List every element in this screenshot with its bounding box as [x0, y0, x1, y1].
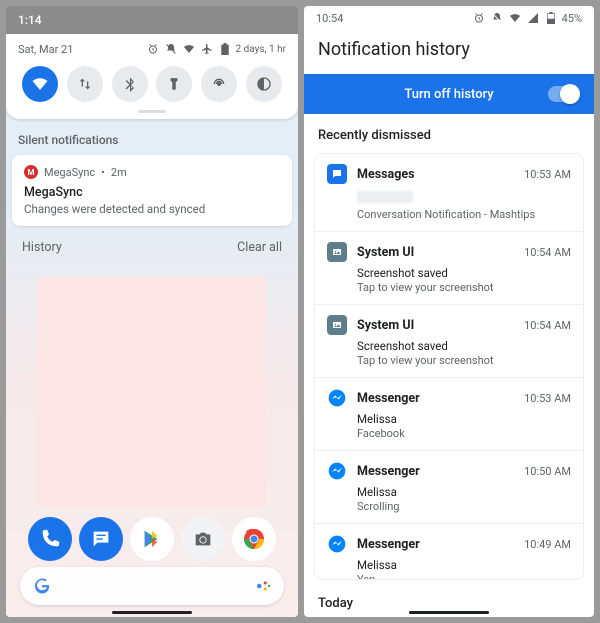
history-item-line1: Melissa — [357, 412, 571, 426]
notification-age: 2m — [111, 166, 127, 179]
qs-status-icons: 2 days, 1 hr — [146, 42, 286, 56]
clear-all-button[interactable]: Clear all — [237, 240, 282, 255]
history-item[interactable]: Messenger 10:49 AM Melissa Yep — [315, 524, 583, 580]
history-item-line1: Screenshot saved — [357, 266, 571, 280]
messages-icon — [327, 164, 347, 184]
history-item[interactable]: System UI 10:54 AM Screenshot saved Tap … — [315, 305, 583, 378]
qs-tile-hotspot[interactable] — [201, 66, 237, 102]
history-item-time: 10:49 AM — [524, 538, 571, 551]
history-toggle-bar[interactable]: Turn off history — [304, 74, 594, 114]
history-item-line2: Scrolling — [357, 500, 571, 513]
status-time: 10:54 — [316, 12, 343, 25]
qs-tile-bluetooth[interactable] — [112, 66, 148, 102]
page-title: Notification history — [304, 31, 594, 74]
system-icon — [327, 315, 347, 335]
qs-tile-dark-theme[interactable] — [246, 66, 282, 102]
messenger-icon — [327, 534, 347, 554]
quick-settings-panel: Sat, Mar 21 2 days, 1 hr — [6, 34, 298, 119]
battery-icon — [218, 42, 232, 56]
toggle-label: Turn off history — [404, 87, 493, 102]
battery-percent: 45% — [562, 12, 582, 25]
megasync-icon: M — [24, 165, 38, 179]
messenger-icon — [327, 388, 347, 408]
nav-gesture-bar[interactable] — [409, 611, 489, 614]
notification-app-name: MegaSync — [44, 166, 95, 179]
qs-drag-handle[interactable] — [138, 110, 166, 113]
wifi-status-icon — [182, 42, 196, 56]
history-toggle-switch[interactable] — [548, 86, 580, 102]
history-item[interactable]: Messenger 10:50 AM Melissa Scrolling — [315, 451, 583, 524]
history-item-time: 10:54 AM — [524, 246, 571, 259]
qs-tile-data[interactable] — [67, 66, 103, 102]
qs-tile-flashlight[interactable] — [156, 66, 192, 102]
phone-notification-history: 10:54 45% Notification history Turn off … — [304, 6, 594, 617]
notification-body: Changes were detected and synced — [24, 202, 280, 216]
notification-card[interactable]: M MegaSync • 2m MegaSync Changes were de… — [12, 155, 292, 226]
google-logo-icon — [32, 576, 52, 596]
history-item-time: 10:53 AM — [524, 168, 571, 181]
history-item-app: System UI — [357, 318, 514, 333]
phone-notification-shade: 1:14 Sat, Mar 21 2 days, 1 hr — [6, 6, 298, 617]
redacted-sender — [357, 191, 413, 203]
history-item-time: 10:53 AM — [524, 392, 571, 405]
history-item-time: 10:54 AM — [524, 319, 571, 332]
alarm-icon — [146, 42, 160, 56]
history-item-line2: Tap to view your screenshot — [357, 354, 571, 367]
dnd-icon — [490, 11, 504, 25]
messages-app-icon[interactable] — [79, 517, 123, 561]
alarm-icon — [472, 11, 486, 25]
history-item-app: Messages — [357, 167, 514, 182]
history-item-line1: Melissa — [357, 558, 571, 572]
history-item-time: 10:50 AM — [524, 465, 571, 478]
history-item-line2: Conversation Notification - Mashtips — [357, 208, 571, 221]
history-button[interactable]: History — [22, 240, 62, 255]
history-item-app: Messenger — [357, 537, 514, 552]
play-store-app-icon[interactable] — [130, 517, 174, 561]
airplane-icon — [200, 42, 214, 56]
silent-notifications-header: Silent notifications — [6, 119, 298, 155]
qs-tile-wifi[interactable] — [22, 66, 58, 102]
history-item[interactable]: System UI 10:54 AM Screenshot saved Tap … — [315, 232, 583, 305]
search-bar[interactable] — [20, 567, 284, 605]
assistant-icon[interactable] — [254, 577, 272, 595]
phone-app-icon[interactable] — [28, 517, 72, 561]
system-icon — [327, 242, 347, 262]
history-item-app: Messenger — [357, 464, 514, 479]
battery-text: 2 days, 1 hr — [236, 44, 286, 55]
history-item[interactable]: Messages 10:53 AM Conversation Notificat… — [315, 154, 583, 232]
dnd-icon — [164, 42, 178, 56]
qs-date: Sat, Mar 21 — [18, 43, 73, 56]
status-bar: 10:54 45% — [304, 6, 594, 31]
camera-app-icon[interactable] — [181, 517, 225, 561]
history-list: Messages 10:53 AM Conversation Notificat… — [314, 153, 584, 580]
chrome-app-icon[interactable] — [232, 517, 276, 561]
home-dock — [6, 517, 298, 561]
nav-gesture-bar[interactable] — [112, 611, 192, 614]
history-item-app: Messenger — [357, 391, 514, 406]
wifi-status-icon — [508, 11, 522, 25]
history-item-line2: Yep — [357, 573, 571, 580]
history-item[interactable]: Messenger 10:53 AM Melissa Facebook — [315, 378, 583, 451]
history-item-line2: Tap to view your screenshot — [357, 281, 571, 294]
battery-icon — [544, 11, 558, 25]
notification-title: MegaSync — [24, 185, 280, 200]
history-item-line1: Screenshot saved — [357, 339, 571, 353]
history-item-line2: Facebook — [357, 427, 571, 440]
recently-dismissed-header: Recently dismissed — [304, 114, 594, 153]
signal-icon — [526, 11, 540, 25]
history-item-app: System UI — [357, 245, 514, 260]
history-item-line1: Melissa — [357, 485, 571, 499]
messenger-icon — [327, 461, 347, 481]
